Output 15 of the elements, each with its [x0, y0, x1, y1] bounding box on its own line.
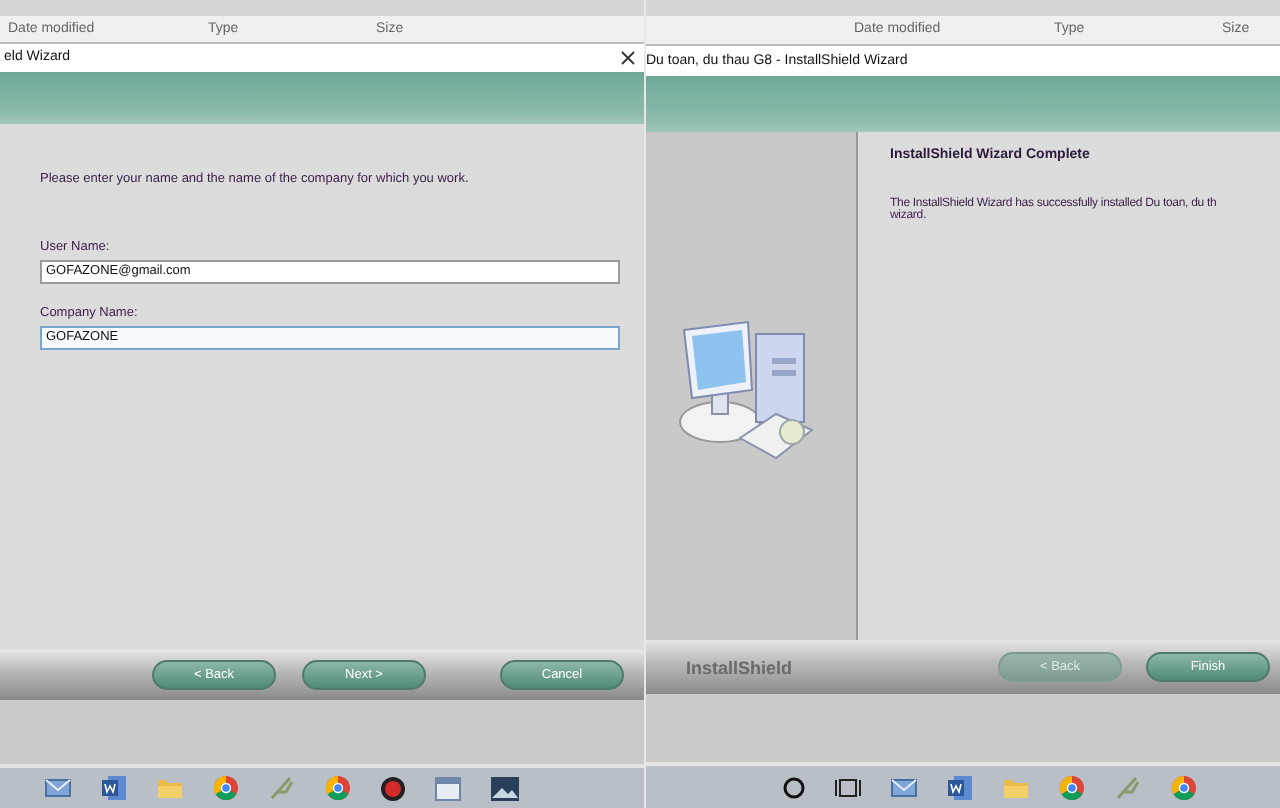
chrome-icon[interactable] — [1170, 773, 1198, 802]
chrome-icon[interactable] — [1058, 773, 1086, 802]
chrome-icon[interactable] — [212, 774, 240, 803]
document-icon[interactable] — [946, 773, 974, 802]
close-icon[interactable] — [620, 49, 636, 66]
brand-logo: InstallShield — [686, 657, 793, 678]
mail-icon[interactable] — [44, 776, 72, 801]
task-view-icon[interactable] — [834, 775, 862, 800]
calendar-icon[interactable] — [434, 775, 462, 802]
document-icon[interactable] — [100, 774, 128, 803]
chrome-icon[interactable] — [324, 774, 352, 803]
circle-icon[interactable] — [782, 775, 806, 800]
landscape-icon[interactable] — [490, 775, 520, 802]
mail-icon[interactable] — [890, 775, 918, 800]
record-icon[interactable] — [380, 775, 406, 802]
